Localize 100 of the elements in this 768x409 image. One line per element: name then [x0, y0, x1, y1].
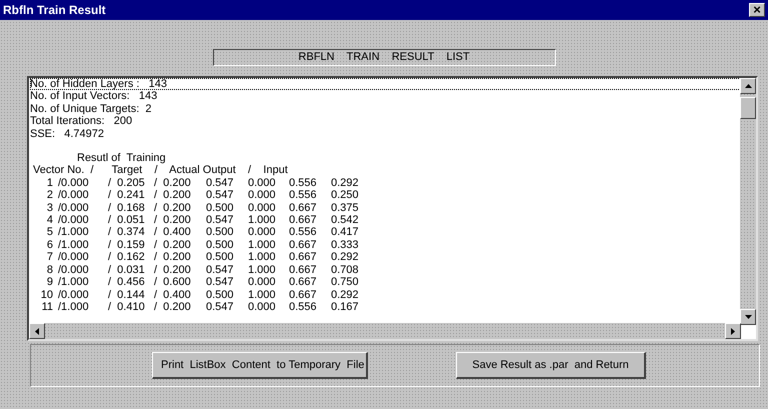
table-cell-text: /0.000 [57, 202, 90, 214]
table-cell-text: 1.000 [248, 288, 277, 301]
table-cell-text: 0.542 [331, 214, 360, 226]
table-cell-text: / 0.400 [154, 288, 192, 301]
table-cell-text: /1.000 [57, 238, 90, 252]
table-cell-text: /1.000 [57, 226, 90, 239]
table-header: Vector No. / Target / Actual Output / Input [32, 164, 288, 177]
table-cell-text: 0.500 [206, 226, 235, 239]
vertical-scrollbar[interactable] [740, 78, 756, 325]
table-cell-text: / 0.200 [154, 251, 192, 264]
table-cell-text: 0.250 [331, 189, 360, 202]
heading-label: RBFLN TRAIN RESULT LIST [212, 49, 556, 66]
table-cell-text: 0.667 [289, 251, 318, 264]
table-cell-text: / 0.410 [108, 300, 146, 314]
table-cell-text: 10 [40, 288, 53, 301]
table-cell-text: /1.000 [57, 300, 90, 314]
table-cell-text: 0.556 [289, 189, 318, 202]
table-cell-text: / 0.400 [154, 226, 192, 239]
table-cell-text: 0.547 [206, 176, 235, 190]
result-listbox[interactable] [27, 76, 758, 341]
table-cell-text: 0.500 [206, 288, 235, 301]
table-cell-text: /1.000 [57, 276, 90, 288]
table-cell-text: 1.000 [248, 251, 277, 264]
horizontal-scrollbar[interactable] [29, 323, 741, 339]
table-cell-text: /0.000 [57, 176, 90, 190]
list-item[interactable]: No. of Unique Targets: 2 [30, 102, 741, 116]
table-cell-text: 0.667 [289, 264, 318, 276]
table-cell-text: 1 [46, 176, 53, 190]
table-cell-text: / 0.456 [108, 276, 146, 288]
table-cell-text: 0.556 [289, 226, 318, 239]
table-cell-text: /0.000 [57, 189, 90, 202]
table-cell-text: / 0.200 [154, 176, 192, 190]
up-arrow-icon [744, 84, 752, 88]
table-cell-text: 0.667 [289, 276, 318, 288]
action-button[interactable]: Save Result as .par and Return [456, 352, 646, 379]
table-cell-text: 0.000 [248, 300, 277, 314]
close-button[interactable]: × [749, 3, 765, 17]
table-cell-text: / 0.159 [108, 238, 146, 252]
scroll-up-button[interactable] [740, 78, 756, 94]
table-cell-text: 1.000 [248, 238, 277, 252]
table-cell-text: 2 [46, 189, 53, 202]
list-item[interactable]: No. of Input Vectors: 143 [30, 90, 741, 103]
table-cell-text: / 0.200 [154, 264, 192, 276]
table-cell-text: /0.000 [57, 251, 90, 264]
table-caption: Resutl of Training [76, 152, 166, 164]
table-cell-text: / 0.374 [108, 226, 146, 239]
table-cell-text: / 0.600 [154, 276, 192, 288]
table-cell-text: 0.333 [331, 238, 360, 252]
table-cell-text: / 0.200 [154, 300, 192, 314]
table-cell-text: 0.547 [206, 189, 235, 202]
table-cell-text: 5 [46, 226, 53, 239]
list-item[interactable]: No. of Hidden Layers : 143 [30, 78, 741, 90]
down-arrow-icon [744, 315, 752, 319]
table-cell-text: 0.417 [331, 226, 360, 239]
table-cell-text: / 0.144 [108, 288, 146, 301]
table-cell-text: /0.000 [57, 264, 90, 276]
table-cell-text: 0.667 [289, 214, 318, 226]
scroll-down-button[interactable] [740, 309, 756, 325]
scroll-left-button[interactable] [29, 323, 45, 339]
table-cell-text: 0.708 [331, 264, 360, 276]
table-cell-text: 0.667 [289, 238, 318, 252]
window-title: Rbfln Train Result [3, 2, 106, 19]
table-cell-text: 0.500 [206, 238, 235, 252]
table-cell-text: 0.750 [331, 276, 360, 288]
scroll-right-button[interactable] [725, 323, 741, 339]
scroll-thumb[interactable] [740, 97, 756, 119]
table-cell-text: 0.000 [248, 189, 277, 202]
list-item[interactable]: SSE: 4.74972 [30, 128, 741, 140]
table-cell-text: / 0.031 [108, 264, 146, 276]
action-button[interactable]: Print ListBox Content to Temporary File [152, 352, 368, 379]
table-cell-text: 1.000 [248, 264, 277, 276]
table-cell-text: 0.000 [248, 276, 277, 288]
table-cell-text: 8 [46, 264, 53, 276]
table-cell-text: / 0.200 [154, 214, 192, 226]
table-cell-text: 0.375 [331, 202, 360, 214]
table-cell-text: / 0.051 [108, 214, 146, 226]
table-cell-text: 0.000 [248, 226, 277, 239]
table-cell-text: / 0.241 [108, 189, 146, 202]
table-cell-text: 0.292 [331, 288, 360, 301]
table-cell-text: 4 [46, 214, 53, 226]
table-cell-text: / 0.168 [108, 202, 146, 214]
table-cell-text: 0.667 [289, 202, 318, 214]
table-cell-text: 11 [40, 300, 53, 314]
table-cell-text: / 0.200 [154, 189, 192, 202]
table-cell-text: / 0.162 [108, 251, 146, 264]
table-cell-text: 0.556 [289, 176, 318, 190]
table-cell-text: 0.500 [206, 202, 235, 214]
table-cell-text: 0.292 [331, 251, 360, 264]
table-cell-text: /0.000 [57, 288, 90, 301]
table-cell-text: 0.500 [206, 251, 235, 264]
table-cell-text: 0.000 [248, 202, 277, 214]
table-cell-text: 0.000 [248, 176, 277, 190]
table-cell-text: 0.547 [206, 276, 235, 288]
table-cell-text: 0.167 [331, 300, 360, 314]
table-cell-text: / 0.200 [154, 202, 192, 214]
list-item[interactable]: Total Iterations: 200 [30, 115, 741, 128]
table-cell-text: 3 [46, 202, 53, 214]
table-cell-text: 0.547 [206, 214, 235, 226]
table-cell-text: /0.000 [57, 214, 90, 226]
table-cell-text: 0.667 [289, 288, 318, 301]
